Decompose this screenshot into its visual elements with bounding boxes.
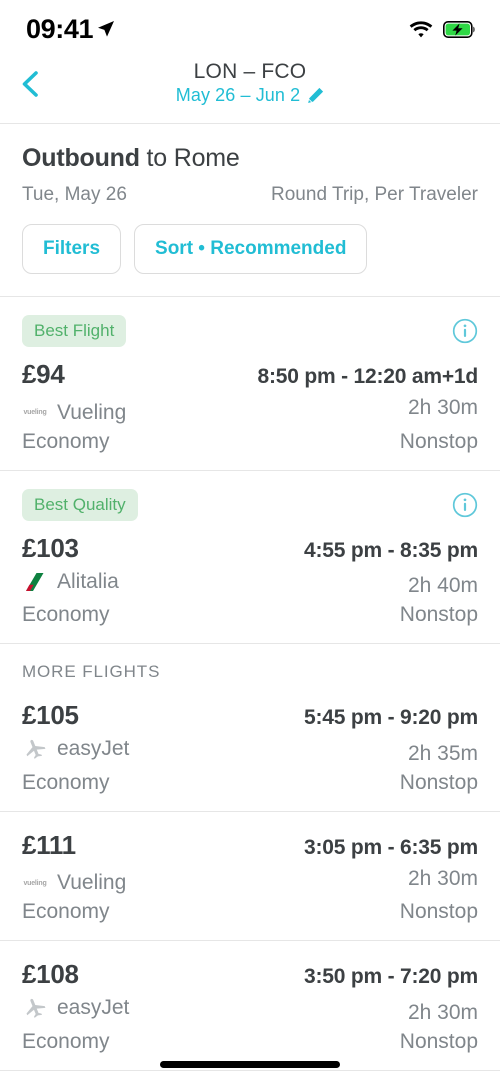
outbound-heading-bold: Outbound bbox=[22, 144, 140, 172]
flight-duration: 2h 30m bbox=[407, 396, 478, 419]
flight-card[interactable]: £111 3:05 pm - 6:35 pm vueling Vueling 2… bbox=[0, 812, 500, 941]
airplane-icon bbox=[22, 738, 48, 760]
cabin-stops-row: Economy Nonstop bbox=[22, 603, 478, 627]
info-circle-icon[interactable] bbox=[452, 318, 478, 344]
flight-stops: Nonstop bbox=[399, 429, 478, 453]
airline-duration-row: easyJet 2h 30m bbox=[22, 996, 478, 1025]
flight-card[interactable]: £108 3:50 pm - 7:20 pm easyJet 2h 30m Ec… bbox=[0, 941, 500, 1071]
flight-price: £103 bbox=[22, 532, 79, 563]
airline-name: Vueling bbox=[57, 871, 127, 894]
cabin-class: Economy bbox=[22, 429, 110, 453]
status-badge: Best Flight bbox=[22, 315, 127, 347]
header-title-group: LON – FCO May 26 – Jun 2 bbox=[176, 60, 324, 106]
page-title: LON – FCO bbox=[193, 60, 307, 83]
airline-name: Vueling bbox=[57, 400, 127, 424]
back-button[interactable] bbox=[8, 62, 52, 106]
alitalia-logo bbox=[22, 571, 48, 593]
flight-duration: 2h 30m bbox=[407, 1001, 478, 1024]
flight-times: 3:05 pm - 6:35 pm bbox=[304, 835, 478, 859]
vueling-logo: vueling bbox=[23, 879, 47, 887]
cabin-stops-row: Economy Nonstop bbox=[22, 1030, 478, 1054]
outbound-heading-rest: to Rome bbox=[139, 144, 240, 172]
status-bar: 09:41 bbox=[0, 0, 500, 58]
flight-price: £108 bbox=[22, 959, 79, 989]
flight-price: £111 bbox=[22, 829, 76, 860]
trip-type-label: Round Trip, Per Traveler bbox=[271, 184, 478, 205]
sort-button[interactable]: Sort • Recommended bbox=[134, 224, 368, 274]
battery-charging-icon bbox=[443, 20, 475, 38]
flight-stops: Nonstop bbox=[399, 770, 478, 794]
pencil-icon bbox=[308, 87, 324, 103]
flight-times: 5:45 pm - 9:20 pm bbox=[304, 705, 478, 729]
airline-duration-row: vueling Vueling 2h 30m bbox=[22, 867, 478, 896]
status-bar-clock: 09:41 bbox=[26, 13, 94, 44]
outbound-date: Tue, May 26 bbox=[22, 184, 127, 205]
flight-duration: 2h 40m bbox=[407, 573, 478, 597]
airline-group: easyJet bbox=[22, 996, 129, 1020]
airline-duration-row: easyJet 2h 35m bbox=[22, 737, 478, 766]
airline-group: vueling Vueling bbox=[22, 401, 126, 425]
more-flights-label: MORE FLIGHTS bbox=[22, 661, 161, 681]
flight-stops: Nonstop bbox=[399, 602, 478, 626]
date-range-label: May 26 – Jun 2 bbox=[175, 85, 301, 105]
outbound-section: Outbound to Rome Tue, May 26 Round Trip,… bbox=[0, 124, 500, 297]
status-badge: Best Quality bbox=[22, 488, 138, 521]
cabin-stops-row: Economy Nonstop bbox=[22, 771, 478, 795]
cabin-class: Economy bbox=[22, 770, 110, 794]
flight-price: £105 bbox=[22, 699, 79, 730]
outbound-subheading: Tue, May 26 Round Trip, Per Traveler bbox=[22, 184, 478, 206]
price-times-row: £111 3:05 pm - 6:35 pm bbox=[22, 830, 478, 861]
flight-results-screen: 09:41 LON – FCO May 26 – Jun 2 Outbound … bbox=[0, 0, 500, 1080]
status-bar-right bbox=[408, 20, 476, 39]
airline-name: easyJet bbox=[57, 996, 130, 1019]
airline-group: Alitalia bbox=[22, 570, 119, 594]
airline-duration-row: Alitalia 2h 40m bbox=[22, 570, 478, 598]
flight-times: 3:50 pm - 7:20 pm bbox=[304, 965, 478, 988]
airline-name: easyJet bbox=[57, 736, 130, 760]
filter-sort-row: Filters Sort • Recommended bbox=[22, 224, 478, 274]
flight-times: 8:50 pm - 12:20 am+1d bbox=[257, 365, 479, 388]
cabin-class: Economy bbox=[22, 1030, 110, 1053]
flight-card[interactable]: Best Flight £94 8:50 pm - 12:20 am+1d vu… bbox=[0, 297, 500, 471]
vueling-logo: vueling bbox=[23, 408, 47, 417]
info-circle-icon[interactable] bbox=[452, 492, 478, 518]
airline-name: Alitalia bbox=[57, 569, 119, 593]
flight-card[interactable]: MORE FLIGHTS £105 5:45 pm - 9:20 pm easy… bbox=[0, 644, 500, 812]
airplane-icon bbox=[22, 997, 48, 1019]
chevron-left-icon bbox=[22, 71, 38, 97]
flight-results-list: Best Flight £94 8:50 pm - 12:20 am+1d vu… bbox=[0, 297, 500, 1080]
badge-row: Best Flight bbox=[22, 315, 478, 347]
flight-times: 4:55 pm - 8:35 pm bbox=[304, 538, 478, 562]
location-arrow-icon bbox=[98, 21, 115, 37]
flight-card[interactable]: Best Quality £103 4:55 pm - 8:35 pm Alit… bbox=[0, 471, 500, 644]
cabin-stops-row: Economy Nonstop bbox=[22, 900, 478, 924]
wifi-icon bbox=[409, 20, 433, 37]
flight-stops: Nonstop bbox=[399, 900, 478, 923]
filters-button[interactable]: Filters bbox=[22, 224, 122, 274]
price-times-row: £94 8:50 pm - 12:20 am+1d bbox=[22, 359, 478, 390]
status-bar-left: 09:41 bbox=[26, 14, 115, 45]
cabin-class: Economy bbox=[22, 602, 110, 626]
home-indicator[interactable] bbox=[160, 1061, 340, 1068]
price-times-row: £103 4:55 pm - 8:35 pm bbox=[22, 533, 478, 564]
cabin-class: Economy bbox=[22, 900, 110, 923]
airline-duration-row: vueling Vueling 2h 30m bbox=[22, 396, 478, 425]
flight-stops: Nonstop bbox=[399, 1030, 478, 1053]
flight-duration: 2h 35m bbox=[407, 741, 478, 765]
outbound-heading: Outbound to Rome bbox=[22, 144, 478, 173]
flight-duration: 2h 30m bbox=[407, 866, 478, 890]
app-header: LON – FCO May 26 – Jun 2 bbox=[0, 58, 500, 124]
date-range-button[interactable]: May 26 – Jun 2 bbox=[176, 85, 324, 106]
flight-price: £94 bbox=[22, 359, 65, 389]
airline-group: easyJet bbox=[22, 737, 129, 761]
cabin-stops-row: Economy Nonstop bbox=[22, 430, 478, 454]
airline-group: vueling Vueling bbox=[22, 871, 126, 895]
badge-row: Best Quality bbox=[22, 488, 478, 521]
price-times-row: £108 3:50 pm - 7:20 pm bbox=[22, 959, 478, 990]
price-times-row: £105 5:45 pm - 9:20 pm bbox=[22, 700, 478, 731]
